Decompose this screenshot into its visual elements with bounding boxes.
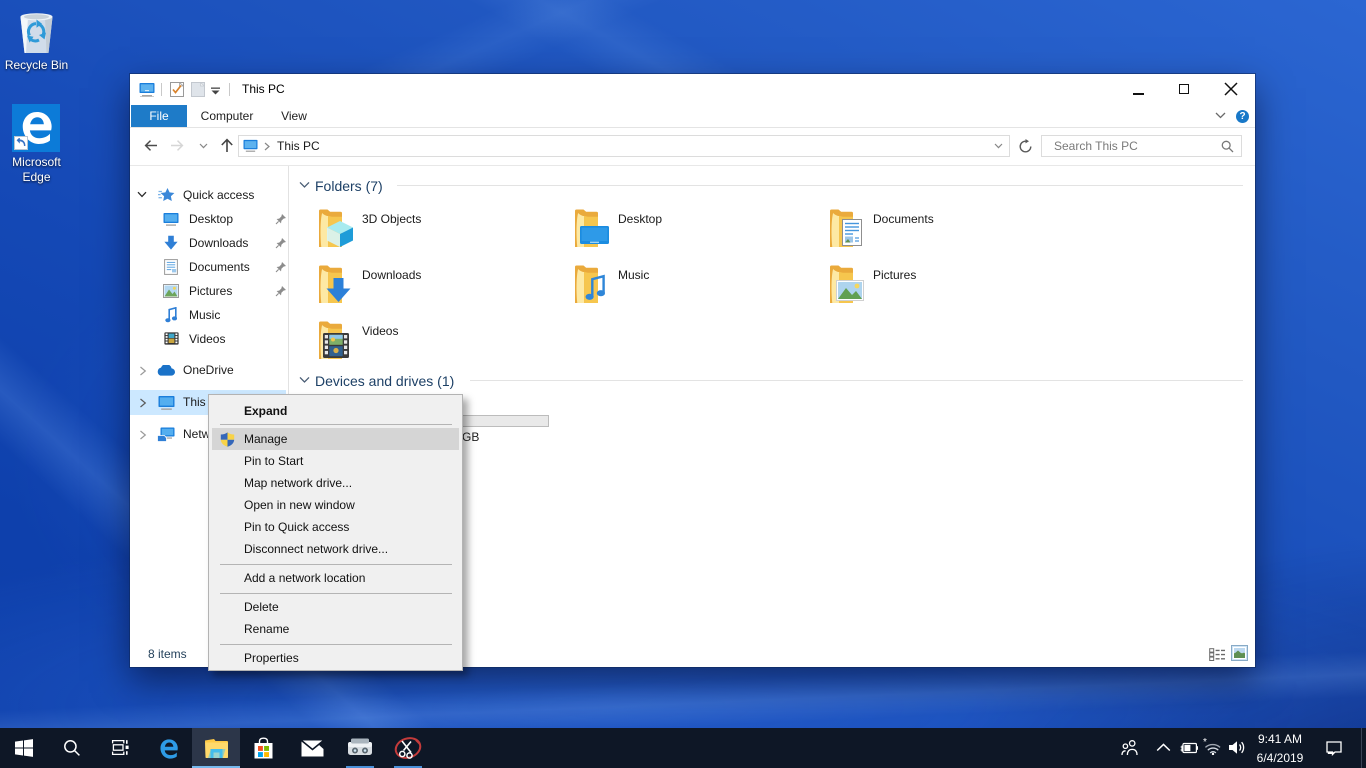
svg-text:*: * xyxy=(1203,738,1207,748)
